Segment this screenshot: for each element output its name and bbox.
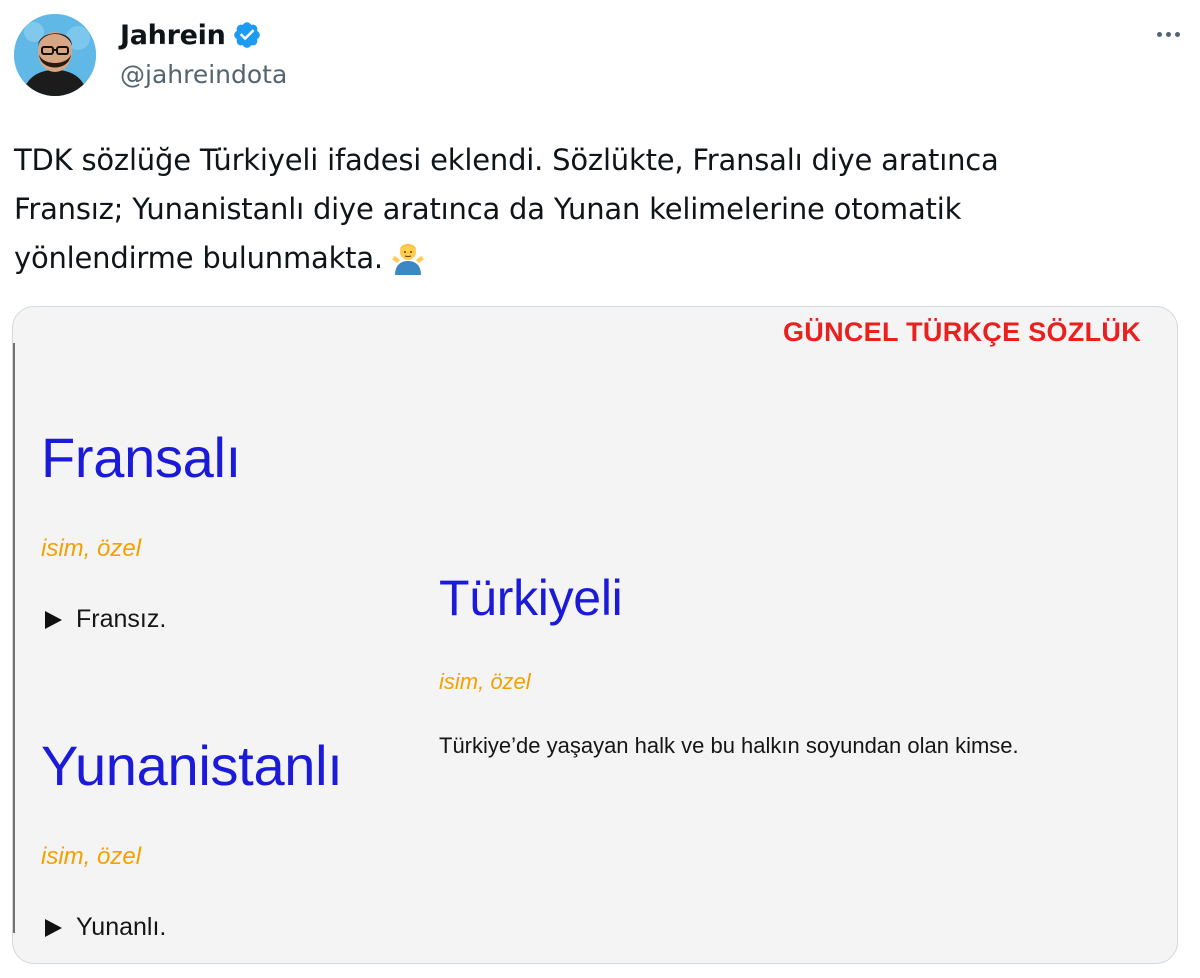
tweet-text-line: Fransız; Yunanistanlı diye aratınca da Y… [14, 192, 962, 226]
entry-definition-text: Yunanlı. [76, 913, 167, 941]
author-display-name[interactable]: Jahrein [120, 20, 226, 51]
tweet-media-image[interactable]: GÜNCEL TÜRKÇE SÖZLÜK Fransalı isim, özel… [12, 306, 1178, 964]
more-horizontal-icon [1156, 31, 1162, 37]
tweet-text-line-last: yönlendirme bulunmakta. [14, 234, 1174, 283]
verified-badge-icon [233, 22, 260, 48]
tweet-text-line: TDK sözlüğe Türkiyeli ifadesi eklendi. S… [14, 143, 999, 177]
entry-pos-turkiyeli: isim, özel [439, 669, 531, 694]
more-horizontal-icon [1174, 31, 1180, 37]
entry-definition-fransali: Fransız. [45, 605, 166, 634]
tweet-text-line: yönlendirme bulunmakta. [14, 241, 383, 275]
play-arrow-icon [45, 918, 62, 937]
dictionary-title: GÜNCEL TÜRKÇE SÖZLÜK [782, 317, 1141, 347]
play-arrow-icon [45, 610, 62, 629]
avatar-portrait-icon [14, 14, 96, 96]
man-shrugging-emoji-icon [391, 244, 424, 275]
entry-definition-yunanistanli: Yunanlı. [45, 913, 166, 942]
author-name-row[interactable]: Jahrein [120, 16, 262, 54]
entry-definition-turkiyeli: Türkiye’de yaşayan halk ve bu halkın soy… [439, 733, 1019, 758]
author-avatar[interactable] [14, 14, 96, 96]
entry-pos-fransali: isim, özel [41, 535, 142, 562]
tweet-header: Jahrein @jahreindota [0, 0, 1200, 110]
entry-word-yunanistanli: Yunanistanlı [41, 734, 343, 797]
entry-definition-text: Fransız. [76, 605, 167, 633]
entry-word-turkiyeli: Türkiyeli [439, 570, 623, 626]
entry-pos-yunanistanli: isim, özel [41, 843, 142, 870]
tweet-text: TDK sözlüğe Türkiyeli ifadesi eklendi. S… [14, 136, 1174, 283]
entry-word-fransali: Fransalı [41, 426, 241, 489]
media-left-edge [13, 343, 15, 933]
more-horizontal-icon [1165, 31, 1171, 37]
more-options-button[interactable] [1150, 16, 1186, 52]
author-handle[interactable]: @jahreindota [120, 60, 287, 89]
